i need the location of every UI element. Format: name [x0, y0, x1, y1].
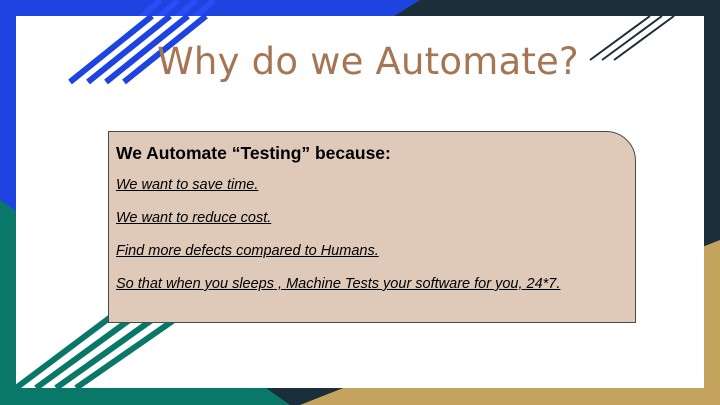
reason-item: We want to save time.	[116, 177, 259, 193]
card-heading: We Automate “Testing” because:	[116, 143, 391, 163]
slide: Why do we Automate? We Automate “Testing…	[0, 0, 720, 405]
reason-item: We want to reduce cost.	[116, 210, 272, 226]
reason-item: Find more defects compared to Humans.	[116, 243, 379, 259]
reasons-card: We Automate “Testing” because: We want t…	[108, 131, 636, 323]
slide-title: Why do we Automate?	[157, 40, 579, 83]
reason-item: So that when you sleeps , Machine Tests …	[116, 276, 561, 292]
